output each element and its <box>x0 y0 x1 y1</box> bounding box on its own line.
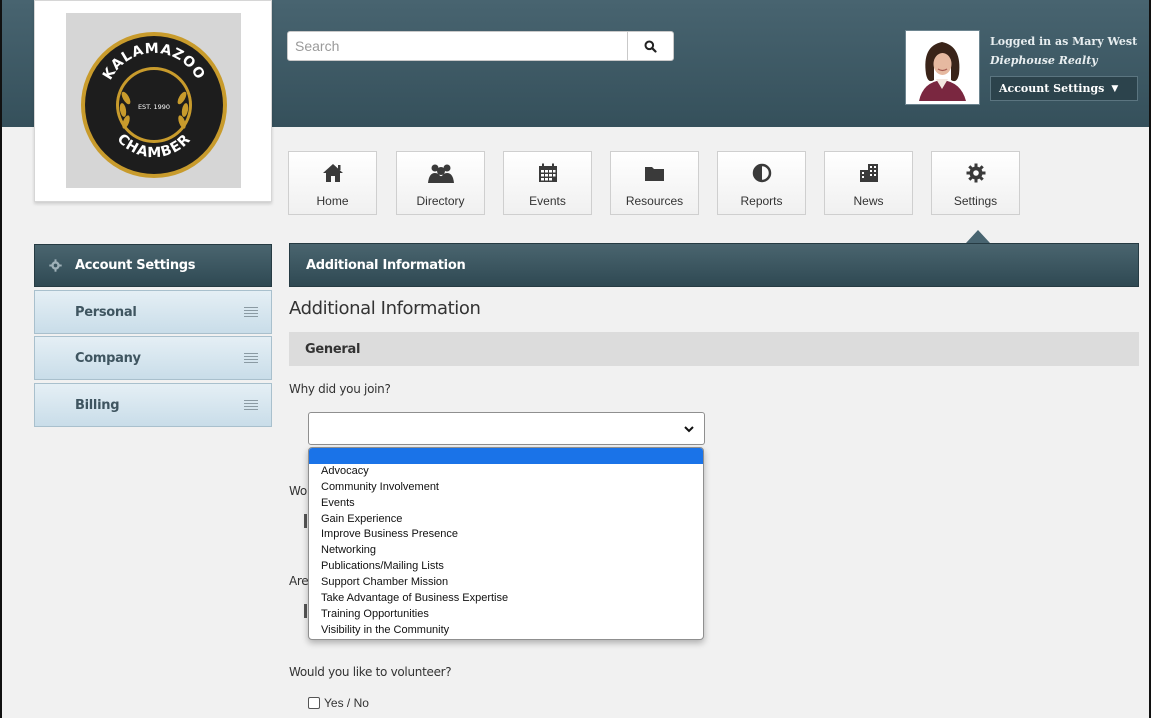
section-header: General <box>289 332 1139 366</box>
dropdown-option[interactable]: Gain Experience <box>309 512 703 528</box>
user-company: Diephouse Realty <box>990 54 1098 67</box>
gear-icon <box>966 163 986 183</box>
menu-lines-icon <box>244 399 258 411</box>
nav-tile-label: Settings <box>953 194 998 208</box>
page-title: Additional Information <box>289 298 481 319</box>
avatar-photo <box>909 34 976 101</box>
active-tab-pointer <box>966 230 990 243</box>
nav-tile-home[interactable]: Home <box>288 151 377 215</box>
nav-tile-reports[interactable]: Reports <box>717 151 806 215</box>
question-label: Wo <box>289 484 307 498</box>
dropdown-option[interactable]: Community Involvement <box>309 480 703 496</box>
menu-lines-icon <box>244 306 258 318</box>
calendar-icon <box>538 163 558 183</box>
checkbox-edge <box>304 604 307 618</box>
question-label: Are <box>289 574 309 588</box>
chevron-down-icon <box>684 426 694 433</box>
checkbox-edge <box>304 514 307 528</box>
volunteer-checkbox-label: Yes / No <box>324 696 369 710</box>
search-icon <box>644 40 657 53</box>
search-input[interactable] <box>288 32 626 60</box>
question-label: Why did you join? <box>289 382 391 396</box>
building-icon <box>859 163 879 183</box>
menu-lines-icon <box>244 352 258 364</box>
dropdown-option[interactable]: Events <box>309 496 703 512</box>
nav-tile-label: Resources <box>625 194 684 208</box>
dropdown-option[interactable]: Visibility in the Community <box>309 623 703 639</box>
why-join-dropdown-list: Advocacy Community Involvement Events Ga… <box>308 447 704 640</box>
nav-tile-directory[interactable]: Directory <box>396 151 485 215</box>
dropdown-option[interactable]: Advocacy <box>309 464 703 480</box>
dropdown-option[interactable]: Networking <box>309 543 703 559</box>
dropdown-option[interactable]: Improve Business Presence <box>309 527 703 543</box>
logo-seal-icon: KALAMAZOO CHAMBER EST. 1990 <box>81 32 227 178</box>
dropdown-option[interactable]: Publications/Mailing Lists <box>309 559 703 575</box>
section-title: General <box>305 341 361 357</box>
panel-title: Additional Information <box>306 257 466 273</box>
search-button[interactable] <box>627 32 673 60</box>
question-label: Would you like to volunteer? <box>289 665 452 679</box>
user-avatar[interactable] <box>905 30 980 105</box>
nav-tile-label: Events <box>529 194 566 208</box>
nav-tile-label: News <box>853 194 884 208</box>
sidebar-item-personal[interactable]: Personal <box>34 290 272 334</box>
dropdown-option[interactable]: Support Chamber Mission <box>309 575 703 591</box>
logo-background: KALAMAZOO CHAMBER EST. 1990 <box>66 13 241 188</box>
folder-icon <box>644 163 666 183</box>
account-settings-button[interactable]: Account Settings ▼ <box>990 76 1138 101</box>
sidebar-header-label: Account Settings <box>75 258 196 273</box>
dropdown-option[interactable]: Take Advantage of Business Expertise <box>309 591 703 607</box>
gear-icon <box>49 259 62 272</box>
svg-text:EST. 1990: EST. 1990 <box>138 103 170 111</box>
account-settings-label: Account Settings <box>999 82 1105 95</box>
sidebar-item-label: Billing <box>75 397 120 413</box>
nav-tile-resources[interactable]: Resources <box>610 151 699 215</box>
nav-tile-label: Reports <box>740 194 783 208</box>
search-box <box>287 31 674 61</box>
logged-in-text: Logged in as Mary West <box>990 35 1138 48</box>
window-border <box>0 0 2 718</box>
volunteer-checkbox[interactable] <box>308 697 320 709</box>
why-join-select[interactable] <box>308 412 705 445</box>
sidebar-item-label: Personal <box>75 304 137 320</box>
panel-header: Additional Information <box>289 243 1139 287</box>
pie-chart-icon <box>752 163 772 183</box>
nav-tile-news[interactable]: News <box>824 151 913 215</box>
chamber-logo[interactable]: KALAMAZOO CHAMBER EST. 1990 <box>34 0 272 202</box>
sidebar-header[interactable]: Account Settings <box>34 244 272 287</box>
people-icon <box>426 163 456 183</box>
sidebar-item-label: Company <box>75 350 141 366</box>
nav-tile-events[interactable]: Events <box>503 151 592 215</box>
sidebar-item-company[interactable]: Company <box>34 336 272 380</box>
home-icon <box>322 163 344 183</box>
caret-down-icon: ▼ <box>1111 83 1119 94</box>
nav-tile-settings[interactable]: Settings <box>931 151 1020 215</box>
nav-tile-label: Home <box>316 194 349 208</box>
dropdown-option[interactable]: Training Opportunities <box>309 607 703 623</box>
app-window: KALAMAZOO CHAMBER EST. 1990 Search Logge… <box>0 0 1151 718</box>
nav-tile-label: Directory <box>416 194 465 208</box>
sidebar-item-billing[interactable]: Billing <box>34 383 272 427</box>
dropdown-option[interactable] <box>309 448 703 464</box>
